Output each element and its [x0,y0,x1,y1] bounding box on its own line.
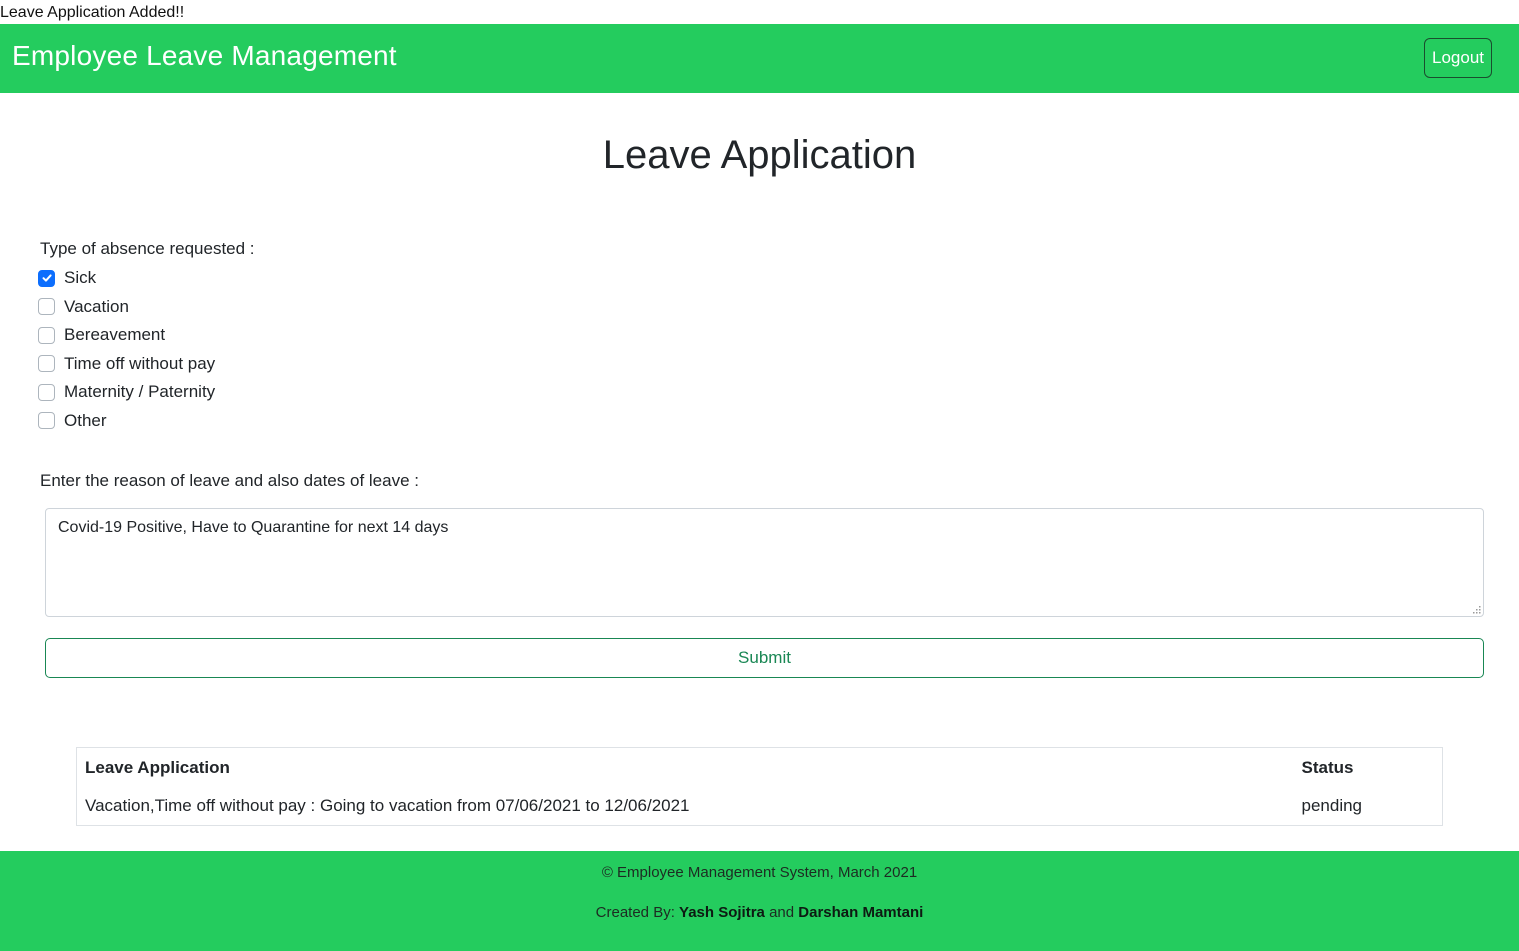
option-bereavement[interactable]: Bereavement [38,321,215,350]
vacation-checkbox[interactable] [38,298,55,316]
application-cell: Vacation,Time off without pay : Going to… [85,796,690,816]
sick-checkbox[interactable] [38,269,55,287]
leave-table: Leave Application Status Vacation,Time o… [76,747,1443,826]
table-header-row: Leave Application Status [77,748,1443,788]
credits: Created By: Yash Sojitra and Darshan Mam… [0,904,1519,921]
logout-button[interactable]: Logout [1424,38,1492,78]
option-label: Sick [64,268,97,288]
absence-options: Sick Vacation Bereavement Time off witho… [38,264,215,435]
table-row: Vacation,Time off without pay : Going to… [77,788,1443,826]
copyright-text: © Employee Management System, March 2021 [601,864,918,881]
column-header-application: Leave Application [85,757,230,777]
maternity-checkbox[interactable] [38,383,55,401]
author-name: Darshan Mamtani [798,904,924,921]
submit-button[interactable]: Submit [45,638,1484,678]
option-label: Time off without pay [64,353,216,373]
status-cell: pending [1301,796,1363,816]
option-label: Bereavement [64,325,166,345]
column-header-status: Status [1301,757,1354,777]
option-label: Vacation [64,296,129,316]
navbar: Employee Leave Management Logout [0,24,1519,93]
reason-textarea[interactable]: Covid-19 Positive, Have to Quarantine fo… [45,508,1484,617]
option-maternity-paternity[interactable]: Maternity / Paternity [38,378,215,407]
option-time-off-without-pay[interactable]: Time off without pay [38,350,215,379]
and-text: and [764,904,799,921]
author-name: Yash Sojitra [679,904,765,921]
other-checkbox[interactable] [38,412,55,430]
option-label: Maternity / Paternity [64,382,216,402]
brand-title[interactable]: Employee Leave Management [12,40,397,72]
option-label: Other [64,410,107,430]
resize-grip-icon[interactable] [1472,605,1481,614]
checkmark-icon [42,274,52,282]
bereavement-checkbox[interactable] [38,326,55,344]
flash-message: Leave Application Added!! [0,4,185,21]
option-sick[interactable]: Sick [38,264,215,293]
created-by-prefix: Created By: [595,904,680,921]
option-vacation[interactable]: Vacation [38,293,215,322]
time-off-checkbox[interactable] [38,355,55,373]
absence-type-label: Type of absence requested : [40,239,255,258]
option-other[interactable]: Other [38,407,215,436]
page-title: Leave Application [602,133,917,177]
reason-label: Enter the reason of leave and also dates… [40,471,419,490]
footer: © Employee Management System, March 2021… [0,851,1519,951]
